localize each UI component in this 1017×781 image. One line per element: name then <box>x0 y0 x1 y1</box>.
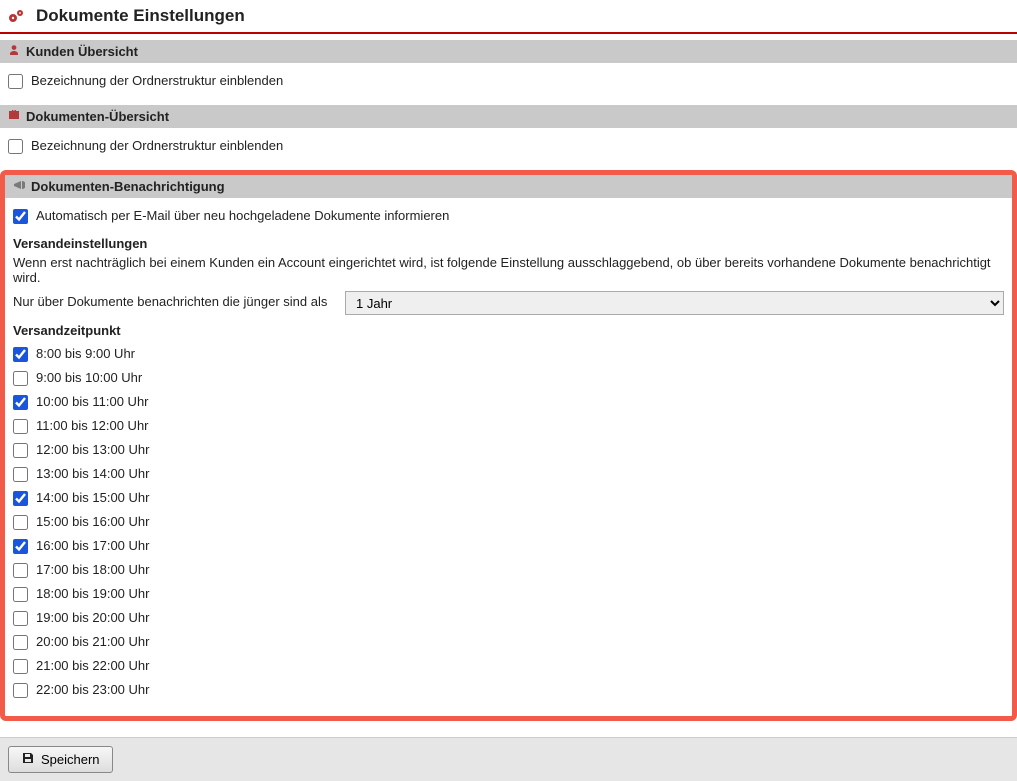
megaphone-icon <box>13 179 25 194</box>
customers-folder-label-row[interactable]: Bezeichnung der Ordnerstruktur einblende… <box>8 69 1009 93</box>
time-slot-checkbox[interactable] <box>13 395 28 410</box>
time-slot-checkbox[interactable] <box>13 563 28 578</box>
auto-notify-checkbox[interactable] <box>13 209 28 224</box>
time-slot-row[interactable]: 10:00 bis 11:00 Uhr <box>13 390 1004 414</box>
time-slot-checkbox[interactable] <box>13 371 28 386</box>
time-list: 8:00 bis 9:00 Uhr 9:00 bis 10:00 Uhr 10:00… <box>13 342 1004 702</box>
time-slot-label: 13:00 bis 14:00 Uhr <box>36 464 149 484</box>
auto-notify-label: Automatisch per E-Mail über neu hochgela… <box>36 206 449 226</box>
section-header-notify: Dokumenten-Benachrichtigung <box>5 175 1012 198</box>
footer-bar: Speichern <box>0 737 1017 781</box>
documents-folder-label: Bezeichnung der Ordnerstruktur einblende… <box>31 136 283 156</box>
customers-folder-label: Bezeichnung der Ordnerstruktur einblende… <box>31 71 283 91</box>
section-title-customers: Kunden Übersicht <box>26 44 138 59</box>
time-slot-label: 15:00 bis 16:00 Uhr <box>36 512 149 532</box>
time-slot-label: 20:00 bis 21:00 Uhr <box>36 632 149 652</box>
time-slot-checkbox[interactable] <box>13 635 28 650</box>
auto-notify-row[interactable]: Automatisch per E-Mail über neu hochgela… <box>13 204 1004 228</box>
section-title-notify: Dokumenten-Benachrichtigung <box>31 179 225 194</box>
time-slot-label: 19:00 bis 20:00 Uhr <box>36 608 149 628</box>
time-slot-row[interactable]: 20:00 bis 21:00 Uhr <box>13 630 1004 654</box>
documents-folder-checkbox[interactable] <box>8 139 23 154</box>
page-header: Dokumente Einstellungen <box>0 0 1017 34</box>
time-slot-row[interactable]: 9:00 bis 10:00 Uhr <box>13 366 1004 390</box>
time-slot-label: 12:00 bis 13:00 Uhr <box>36 440 149 460</box>
time-slot-checkbox[interactable] <box>13 467 28 482</box>
time-slot-checkbox[interactable] <box>13 419 28 434</box>
time-slot-label: 9:00 bis 10:00 Uhr <box>36 368 142 388</box>
time-slot-label: 22:00 bis 23:00 Uhr <box>36 680 149 700</box>
section-header-documents: Dokumenten-Übersicht <box>0 105 1017 128</box>
section-customers: Kunden Übersicht Bezeichnung der Ordners… <box>0 40 1017 99</box>
user-icon <box>8 44 20 59</box>
time-slot-checkbox[interactable] <box>13 587 28 602</box>
time-slot-label: 18:00 bis 19:00 Uhr <box>36 584 149 604</box>
time-slot-row[interactable]: 19:00 bis 20:00 Uhr <box>13 606 1004 630</box>
time-slot-row[interactable]: 11:00 bis 12:00 Uhr <box>13 414 1004 438</box>
section-header-customers: Kunden Übersicht <box>0 40 1017 63</box>
time-slot-checkbox[interactable] <box>13 611 28 626</box>
time-slot-row[interactable]: 16:00 bis 17:00 Uhr <box>13 534 1004 558</box>
time-slot-label: 21:00 bis 22:00 Uhr <box>36 656 149 676</box>
time-slot-checkbox[interactable] <box>13 515 28 530</box>
save-button[interactable]: Speichern <box>8 746 113 773</box>
time-slot-row[interactable]: 17:00 bis 18:00 Uhr <box>13 558 1004 582</box>
time-slot-label: 10:00 bis 11:00 Uhr <box>36 392 149 412</box>
age-filter-row: Nur über Dokumente benachrichten die jün… <box>13 291 1004 315</box>
time-slot-row[interactable]: 22:00 bis 23:00 Uhr <box>13 678 1004 702</box>
age-filter-select[interactable]: 1 Jahr <box>345 291 1004 315</box>
dispatch-heading: Versandeinstellungen <box>13 236 1004 251</box>
time-slot-row[interactable]: 8:00 bis 9:00 Uhr <box>13 342 1004 366</box>
section-title-documents: Dokumenten-Übersicht <box>26 109 169 124</box>
time-slot-row[interactable]: 12:00 bis 13:00 Uhr <box>13 438 1004 462</box>
time-slot-checkbox[interactable] <box>13 347 28 362</box>
dispatch-description: Wenn erst nachträglich bei einem Kunden … <box>13 255 1004 285</box>
time-slot-checkbox[interactable] <box>13 659 28 674</box>
time-slot-label: 17:00 bis 18:00 Uhr <box>36 560 149 580</box>
highlight-notify-section: Dokumenten-Benachrichtigung Automatisch … <box>0 170 1017 721</box>
time-slot-row[interactable]: 15:00 bis 16:00 Uhr <box>13 510 1004 534</box>
time-slot-row[interactable]: 21:00 bis 22:00 Uhr <box>13 654 1004 678</box>
time-slot-checkbox[interactable] <box>13 491 28 506</box>
save-button-label: Speichern <box>41 752 100 767</box>
save-icon <box>21 751 35 768</box>
customers-folder-checkbox[interactable] <box>8 74 23 89</box>
section-documents: Dokumenten-Übersicht Bezeichnung der Ord… <box>0 105 1017 164</box>
time-slot-label: 11:00 bis 12:00 Uhr <box>36 416 149 436</box>
age-filter-label: Nur über Dokumente benachrichten die jün… <box>13 291 333 309</box>
time-slot-row[interactable]: 14:00 bis 15:00 Uhr <box>13 486 1004 510</box>
briefcase-icon <box>8 109 20 124</box>
time-slot-checkbox[interactable] <box>13 443 28 458</box>
time-slot-row[interactable]: 18:00 bis 19:00 Uhr <box>13 582 1004 606</box>
time-slot-row[interactable]: 13:00 bis 14:00 Uhr <box>13 462 1004 486</box>
documents-folder-label-row[interactable]: Bezeichnung der Ordnerstruktur einblende… <box>8 134 1009 158</box>
gear-icon <box>8 9 26 23</box>
time-heading: Versandzeitpunkt <box>13 323 1004 338</box>
time-slot-checkbox[interactable] <box>13 539 28 554</box>
time-slot-checkbox[interactable] <box>13 683 28 698</box>
page-title: Dokumente Einstellungen <box>36 6 245 26</box>
time-slot-label: 16:00 bis 17:00 Uhr <box>36 536 149 556</box>
time-slot-label: 8:00 bis 9:00 Uhr <box>36 344 135 364</box>
time-slot-label: 14:00 bis 15:00 Uhr <box>36 488 149 508</box>
